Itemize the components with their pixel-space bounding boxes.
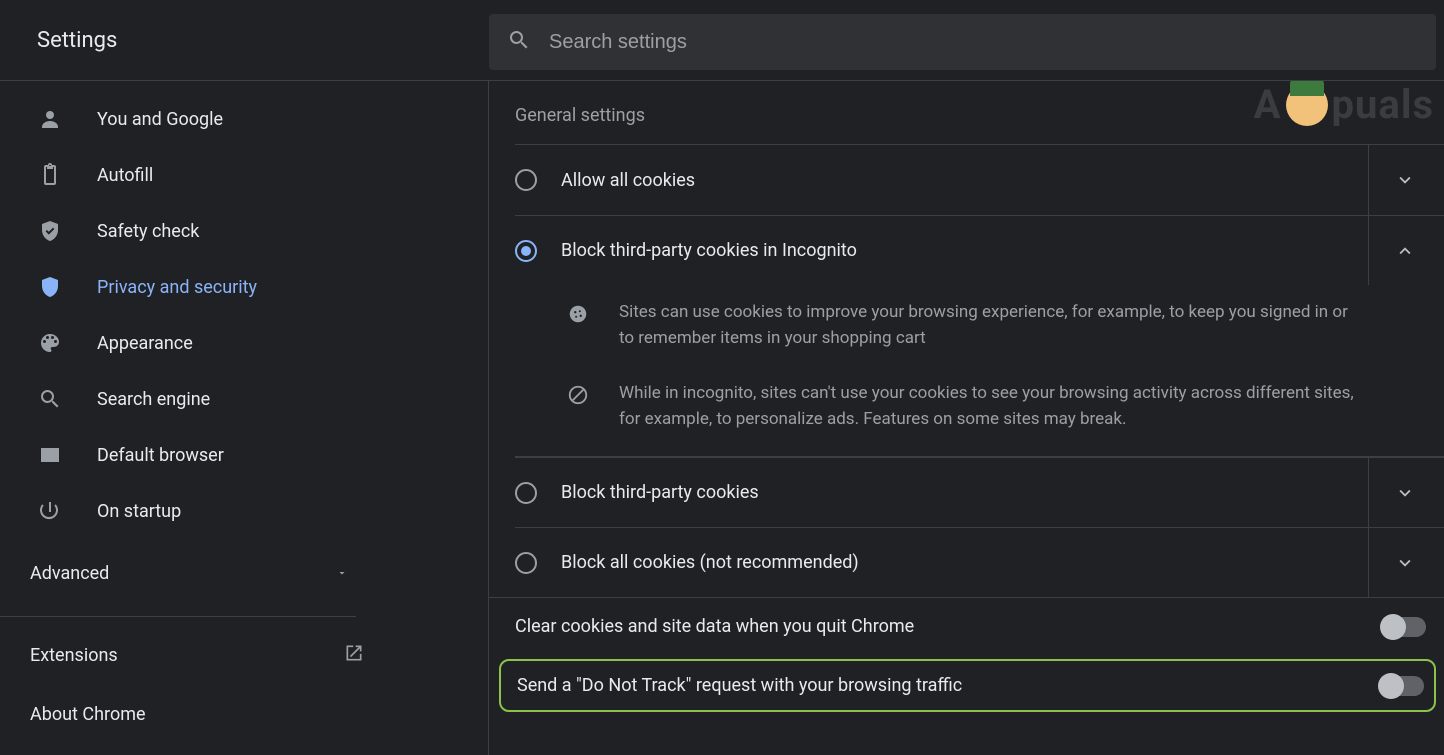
- person-icon: [37, 107, 63, 131]
- toggle-label: Clear cookies and site data when you qui…: [515, 616, 914, 637]
- open-in-new-icon: [344, 643, 364, 668]
- expand-button[interactable]: [1368, 528, 1440, 597]
- radio-icon[interactable]: [515, 240, 537, 262]
- sidebar-item-default-browser[interactable]: Default browser: [0, 427, 348, 483]
- option-block-all-cookies[interactable]: Block all cookies (not recommended): [515, 527, 1444, 597]
- block-icon: [565, 380, 591, 433]
- search-bar[interactable]: [489, 14, 1436, 70]
- detail-text: Sites can use cookies to improve your br…: [619, 299, 1364, 352]
- sidebar-item-label: Search engine: [97, 389, 210, 410]
- option-block-third-party-incognito[interactable]: Block third-party cookies in Incognito: [515, 215, 1444, 285]
- sidebar-item-label: On startup: [97, 501, 181, 522]
- option-label: Block all cookies (not recommended): [561, 552, 1368, 573]
- sidebar-item-search-engine[interactable]: Search engine: [0, 371, 348, 427]
- expand-button[interactable]: [1368, 145, 1440, 215]
- option-block-third-party[interactable]: Block third-party cookies: [515, 457, 1444, 527]
- general-settings-heading: General settings: [489, 81, 1444, 144]
- option-label: Block third-party cookies: [561, 482, 1368, 503]
- sidebar-item-label: Appearance: [97, 333, 193, 354]
- sidebar-item-on-startup[interactable]: On startup: [0, 483, 348, 539]
- sidebar-extensions[interactable]: Extensions: [0, 625, 488, 686]
- sidebar-item-appearance[interactable]: Appearance: [0, 315, 348, 371]
- toggle-label: Send a "Do Not Track" request with your …: [517, 675, 962, 696]
- palette-icon: [37, 331, 63, 355]
- magnifier-icon: [37, 387, 63, 411]
- sidebar-item-privacy-security[interactable]: Privacy and security: [0, 259, 348, 315]
- shield-icon: [37, 275, 63, 299]
- shield-check-icon: [37, 219, 63, 243]
- sidebar-advanced[interactable]: Advanced: [0, 539, 488, 608]
- option-label: Block third-party cookies in Incognito: [561, 240, 1368, 261]
- clipboard-icon: [37, 163, 63, 187]
- option-allow-all-cookies[interactable]: Allow all cookies: [515, 145, 1444, 215]
- caret-down-icon: [336, 563, 348, 584]
- toggle-do-not-track[interactable]: Send a "Do Not Track" request with your …: [499, 659, 1436, 712]
- sidebar-item-you-and-google[interactable]: You and Google: [0, 91, 348, 147]
- content-panel: Apuals General settings Allow all cookie…: [489, 81, 1444, 755]
- cookie-icon: [565, 299, 591, 352]
- collapse-button[interactable]: [1368, 216, 1440, 285]
- search-input[interactable]: [549, 31, 1418, 54]
- detail-text: While in incognito, sites can't use your…: [619, 380, 1364, 433]
- toggle-switch[interactable]: [1382, 617, 1426, 637]
- radio-icon[interactable]: [515, 552, 537, 574]
- sidebar-item-autofill[interactable]: Autofill: [0, 147, 348, 203]
- sidebar-item-label: Default browser: [97, 445, 224, 466]
- cookie-options-group: Allow all cookies Block third-party cook…: [515, 144, 1444, 597]
- radio-icon[interactable]: [515, 482, 537, 504]
- sidebar-item-safety-check[interactable]: Safety check: [0, 203, 348, 259]
- sidebar: You and Google Autofill Safety check Pri…: [0, 81, 489, 755]
- sidebar-item-label: Privacy and security: [97, 277, 257, 298]
- sidebar-divider: [0, 616, 356, 617]
- search-icon: [507, 28, 531, 56]
- page-title: Settings: [0, 28, 489, 53]
- toggle-clear-on-quit[interactable]: Clear cookies and site data when you qui…: [489, 597, 1444, 655]
- sidebar-item-label: Safety check: [97, 221, 199, 242]
- sidebar-item-label: Autofill: [97, 165, 153, 186]
- extensions-label: Extensions: [30, 645, 118, 666]
- power-icon: [37, 499, 63, 523]
- radio-icon[interactable]: [515, 169, 537, 191]
- option-label: Allow all cookies: [561, 170, 1368, 191]
- expand-button[interactable]: [1368, 458, 1440, 527]
- advanced-label: Advanced: [30, 563, 109, 584]
- browser-icon: [37, 443, 63, 467]
- sidebar-item-label: You and Google: [97, 109, 223, 130]
- header: Settings: [0, 0, 1444, 81]
- option-expanded-details: Sites can use cookies to improve your br…: [515, 285, 1444, 457]
- sidebar-about-chrome[interactable]: About Chrome: [0, 686, 488, 743]
- toggle-switch[interactable]: [1380, 676, 1424, 696]
- about-label: About Chrome: [30, 704, 146, 725]
